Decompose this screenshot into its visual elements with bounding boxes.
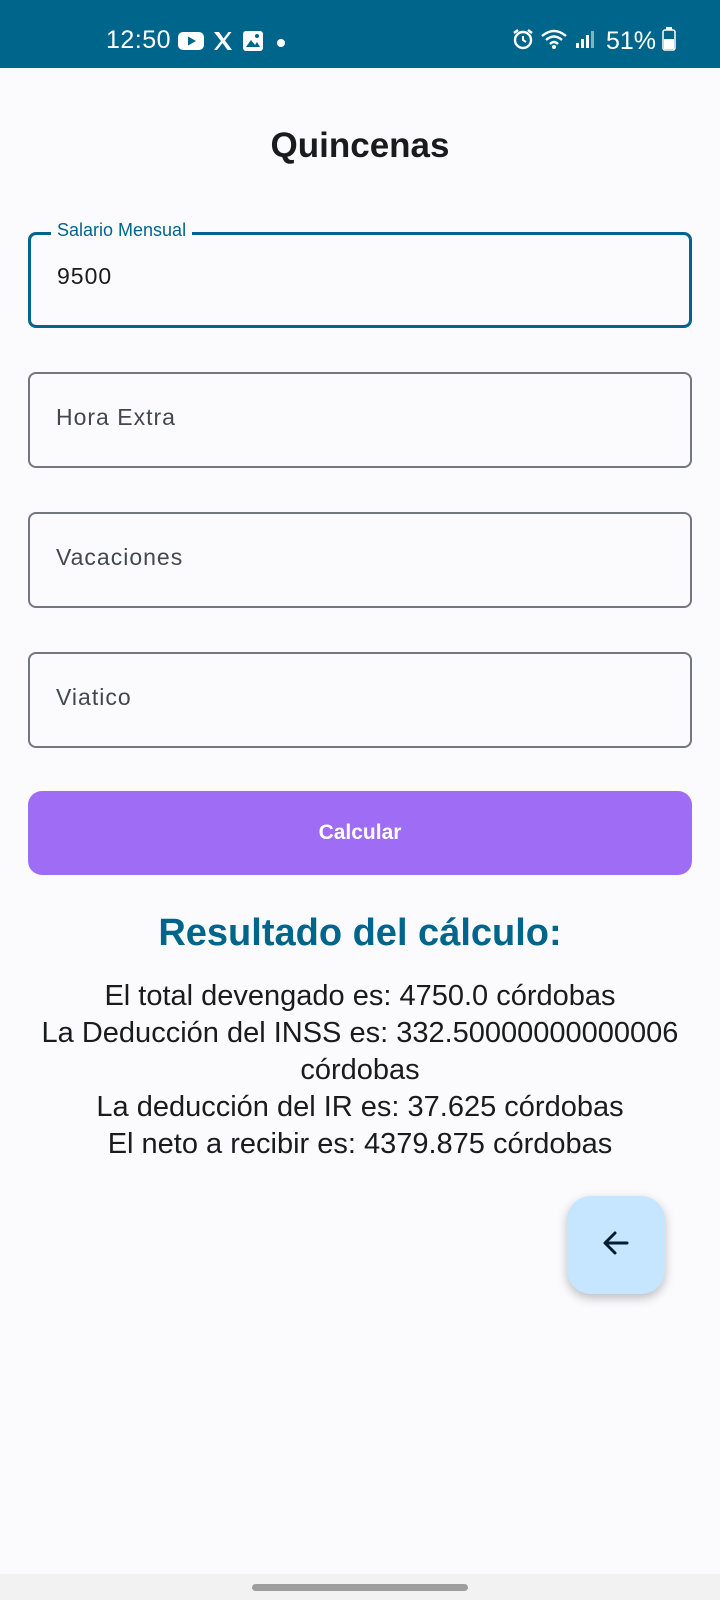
home-gesture-handle[interactable] <box>252 1584 468 1591</box>
result-title: Resultado del cálculo: <box>158 912 562 954</box>
result-neto: El neto a recibir es: 4379.875 córdobas <box>107 1128 613 1160</box>
back-fab-button[interactable] <box>567 1196 665 1294</box>
salario-mensual-label: Salario Mensual <box>51 220 193 241</box>
viatico-field[interactable]: Viatico <box>28 652 692 748</box>
battery-percent: 51% <box>605 27 656 55</box>
salario-mensual-value[interactable]: 9500 <box>57 263 112 290</box>
result-text: El total devengado es: 4750.0 córdobas L… <box>20 978 700 1163</box>
vacaciones-field[interactable]: Vacaciones <box>28 512 692 608</box>
youtube-icon <box>178 31 204 56</box>
result-deduccion-inss: La Deducción del INSS es: 332.5000000000… <box>41 1017 679 1086</box>
dot-icon <box>272 35 290 53</box>
calcular-button[interactable]: Calcular <box>28 791 692 875</box>
status-bar: 12:50 51% <box>0 0 720 68</box>
page-title: Quincenas <box>270 126 450 165</box>
gallery-icon <box>242 30 264 57</box>
salario-mensual-field[interactable]: Salario Mensual 9500 <box>28 220 692 328</box>
viatico-label: Viatico <box>56 684 132 710</box>
vacaciones-label: Vacaciones <box>56 544 184 570</box>
arrow-back-icon <box>599 1226 633 1265</box>
hora-extra-label: Hora Extra <box>56 404 176 430</box>
result-deduccion-ir: La deducción del IR es: 37.625 córdobas <box>96 1091 624 1123</box>
notification-icons <box>178 30 290 57</box>
wifi-icon <box>540 28 568 55</box>
hora-extra-field[interactable]: Hora Extra <box>28 372 692 468</box>
result-total-devengado: El total devengado es: 4750.0 córdobas <box>104 980 616 1012</box>
x-icon <box>212 30 234 57</box>
status-time: 12:50 <box>106 26 172 54</box>
battery-icon <box>662 27 676 56</box>
navigation-bar <box>0 1574 720 1600</box>
signal-icon <box>574 28 596 55</box>
alarm-icon <box>512 28 534 55</box>
system-icons: 51% <box>512 27 676 56</box>
